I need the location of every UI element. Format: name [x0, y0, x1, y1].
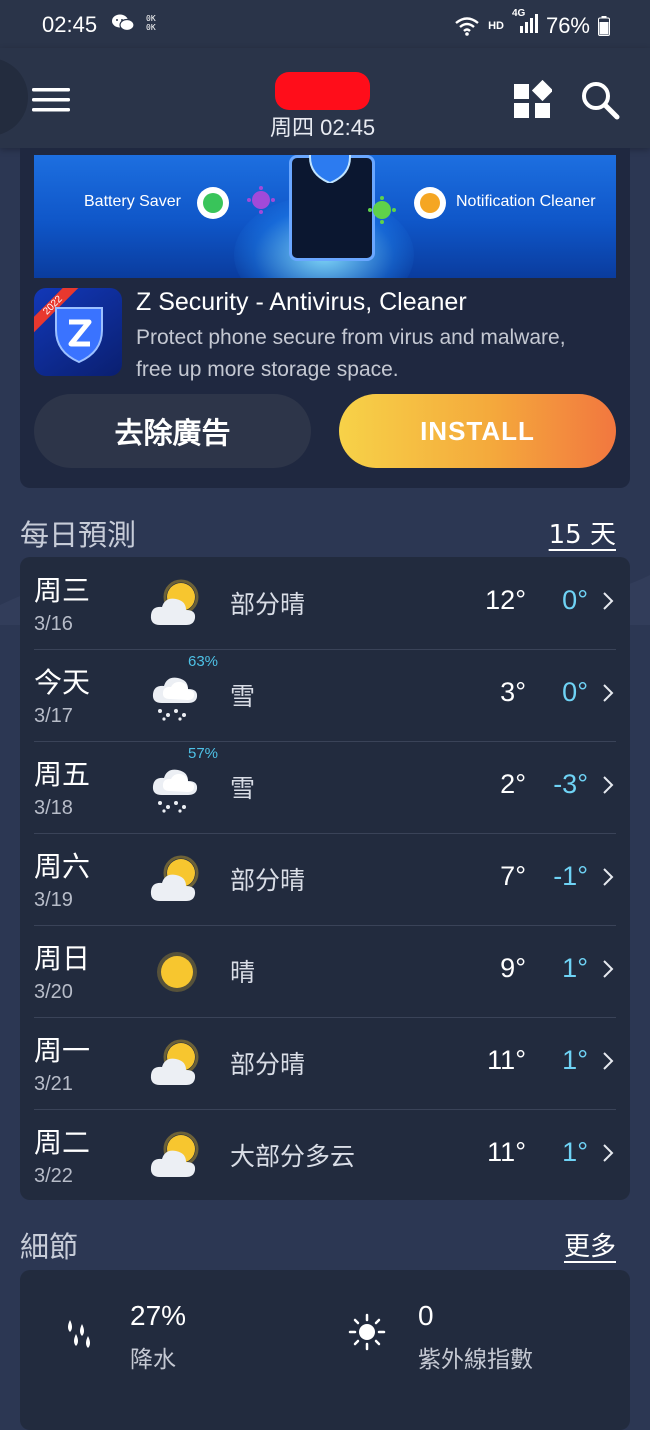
low-temp: 0°	[562, 585, 588, 615]
chevron-right-icon	[603, 1052, 614, 1070]
chevron-right-icon	[603, 776, 614, 794]
chevron-right-icon	[603, 1144, 614, 1162]
remove-ads-button[interactable]: 去除廣告	[34, 394, 311, 468]
ok-badge: 0K 0K	[146, 14, 156, 32]
precipitation-value: 27%	[130, 1300, 187, 1331]
day-date: 3/19	[34, 889, 73, 911]
high-temp: 11°	[487, 1045, 526, 1075]
day-date: 3/16	[34, 613, 73, 635]
partly-sunny-icon	[148, 1129, 206, 1183]
condition-text: 部分晴	[230, 1050, 306, 1079]
ad-app-title[interactable]: Z Security - Antivirus, Cleaner	[136, 288, 467, 317]
shield-icon	[309, 155, 351, 183]
uv-index-value: 0	[418, 1300, 434, 1331]
battery-saver-icon	[197, 187, 229, 219]
condition-text: 雪	[230, 682, 256, 711]
high-temp: 7°	[500, 861, 526, 891]
day-date: 3/22	[34, 1165, 73, 1187]
uv-index-label: 紫外線指數	[418, 1347, 533, 1373]
low-temp: -1°	[553, 861, 588, 891]
low-temp: 0°	[562, 677, 588, 707]
chevron-right-icon	[603, 868, 614, 886]
daily-forecast-card: 周三 3/16 部分晴 12° 0° 今天 3/17 63% 雪 3° 0° 周五 3/18 57% 雪 2°…	[20, 557, 630, 1200]
forecast-day-row[interactable]: 周五 3/18 57% 雪 2° -3°	[20, 741, 630, 833]
battery-icon	[598, 15, 610, 36]
virus-icon	[368, 196, 396, 224]
partly-sunny-icon	[148, 577, 206, 631]
high-temp: 12°	[485, 585, 526, 615]
forecast-day-row[interactable]: 周二 3/22 大部分多云 11° 1°	[20, 1109, 630, 1201]
day-name: 周日	[34, 942, 91, 975]
z-shield-icon	[55, 307, 103, 364]
day-date: 3/17	[34, 705, 73, 727]
ad-banner[interactable]: Battery Saver Notification Cleaner	[34, 155, 616, 278]
install-button[interactable]: INSTALL	[339, 394, 616, 468]
chevron-right-icon	[603, 592, 614, 610]
day-name: 周六	[34, 850, 91, 883]
day-date: 3/20	[34, 981, 73, 1003]
high-temp: 11°	[487, 1137, 526, 1167]
low-temp: -3°	[553, 769, 588, 799]
header-datetime: 周四 02:45	[270, 115, 376, 140]
day-name: 周一	[34, 1034, 91, 1067]
forecast-day-row[interactable]: 周六 3/19 部分晴 7° -1°	[20, 833, 630, 925]
status-bar: 02:45 0K 0K HD 4G 76%	[0, 0, 650, 48]
snow-cloud-icon	[148, 669, 206, 723]
rain-drops-icon	[68, 1320, 90, 1348]
virus-icon	[247, 186, 275, 214]
precipitation-label: 降水	[130, 1347, 176, 1373]
precip-chance: 57%	[188, 745, 219, 762]
low-temp: 1°	[562, 1137, 588, 1167]
chevron-right-icon	[603, 684, 614, 702]
notification-bell-icon	[414, 187, 446, 219]
condition-text: 大部分多云	[230, 1142, 356, 1171]
sun-icon	[148, 945, 206, 999]
chevron-right-icon	[603, 960, 614, 978]
partly-sunny-icon	[148, 853, 206, 907]
condition-text: 晴	[230, 958, 256, 987]
details-more-link[interactable]: 更多	[564, 1226, 616, 1263]
wechat-icon	[112, 14, 134, 32]
details-card: 27% 降水 0 紫外線指數	[20, 1270, 630, 1430]
banner-label-right: Notification Cleaner	[456, 193, 596, 210]
high-temp: 3°	[500, 677, 526, 707]
search-icon[interactable]	[580, 80, 620, 120]
condition-text: 雪	[230, 774, 256, 803]
day-name: 周三	[34, 574, 91, 607]
forecast-day-row[interactable]: 今天 3/17 63% 雪 3° 0°	[20, 649, 630, 741]
widgets-icon[interactable]	[512, 80, 552, 120]
banner-label-left: Battery Saver	[84, 193, 181, 210]
wifi-icon	[455, 16, 479, 36]
high-temp: 2°	[500, 769, 526, 799]
menu-icon[interactable]	[32, 86, 70, 114]
forecast-day-row[interactable]: 周一 3/21 部分晴 11° 1°	[20, 1017, 630, 1109]
status-time: 02:45	[42, 12, 98, 37]
partly-sunny-icon	[148, 1037, 206, 1091]
daily-forecast-title: 每日預測	[20, 518, 137, 552]
low-temp: 1°	[562, 1045, 588, 1075]
day-name: 今天	[34, 666, 91, 699]
low-temp: 1°	[562, 953, 588, 983]
ad-app-description: Protect phone secure from virus and malw…	[136, 326, 566, 381]
location-title[interactable]	[275, 72, 370, 110]
fifteen-day-link[interactable]: 15 天	[549, 514, 616, 551]
sun-icon	[348, 1313, 386, 1351]
day-date: 3/18	[34, 797, 73, 819]
condition-text: 部分晴	[230, 590, 306, 619]
details-title: 細節	[20, 1230, 79, 1264]
battery-percent: 76%	[545, 12, 590, 38]
day-name: 周五	[34, 758, 91, 791]
app-icon[interactable]: 2022	[34, 288, 122, 376]
snow-cloud-icon	[148, 761, 206, 815]
cell-signal: 4G	[512, 8, 538, 39]
day-date: 3/21	[34, 1073, 73, 1095]
precip-chance: 63%	[188, 653, 219, 670]
forecast-day-row[interactable]: 周三 3/16 部分晴 12° 0°	[20, 557, 630, 649]
high-temp: 9°	[500, 953, 526, 983]
hd-indicator: HD	[488, 19, 504, 32]
condition-text: 部分晴	[230, 866, 306, 895]
forecast-day-row[interactable]: 周日 3/20 晴 9° 1°	[20, 925, 630, 1017]
day-name: 周二	[34, 1126, 91, 1159]
